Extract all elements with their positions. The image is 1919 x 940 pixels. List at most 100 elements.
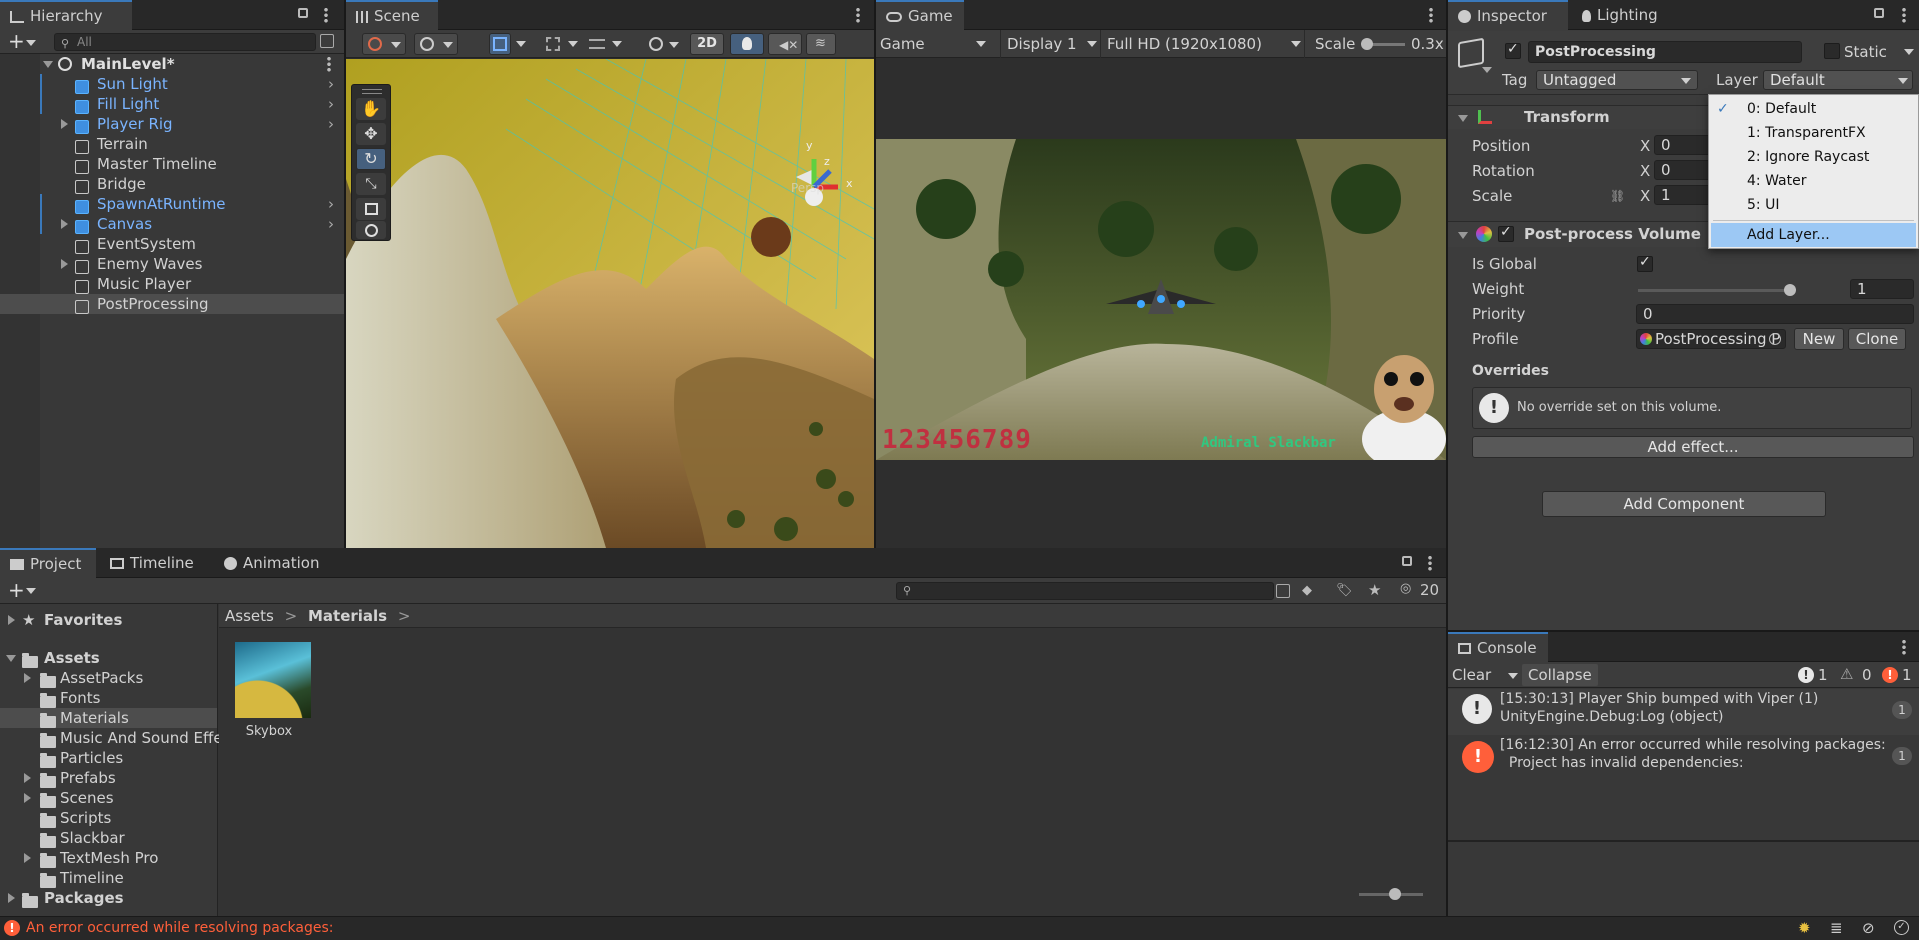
fold-closed-icon[interactable]	[8, 615, 15, 625]
hierarchy-item[interactable]: Music Player	[0, 274, 344, 294]
display-dropdown[interactable]: Display 1	[1000, 30, 1097, 58]
rotate-tool-button[interactable]: ↻	[356, 148, 386, 170]
tab-timeline[interactable]: Timeline	[100, 548, 210, 578]
warning-filter-icon[interactable]: ⚠	[1840, 665, 1853, 683]
create-plus-icon[interactable]: +	[8, 578, 25, 602]
draw-mode-button[interactable]	[362, 33, 406, 55]
fold-closed-icon[interactable]	[24, 773, 31, 783]
render-mode-button[interactable]	[644, 33, 684, 55]
hierarchy-item[interactable]: Terrain	[0, 134, 344, 154]
object-picker-icon[interactable]	[1769, 333, 1781, 345]
lock-icon[interactable]	[1402, 556, 1412, 566]
folder-item[interactable]: Fonts	[0, 688, 217, 708]
scale-slider-thumb[interactable]	[1361, 38, 1373, 50]
tab-game[interactable]: Game	[876, 0, 964, 30]
layer-menu-item[interactable]: 5: UI	[1709, 193, 1918, 217]
layer-menu-item[interactable]: 1: TransparentFX	[1709, 121, 1918, 145]
scene-row[interactable]: MainLevel*	[0, 54, 344, 74]
lock-icon[interactable]	[1874, 8, 1884, 18]
fold-closed-icon[interactable]	[24, 673, 31, 683]
add-effect-button[interactable]: Add effect...	[1472, 436, 1914, 458]
grid-visibility-dropdown-icon[interactable]	[612, 41, 622, 47]
palette-handle-icon[interactable]	[362, 89, 382, 94]
weight-slider-thumb[interactable]	[1784, 284, 1796, 296]
layers-icon[interactable]: ≣	[1830, 919, 1843, 937]
folder-item[interactable]: Scripts	[0, 808, 217, 828]
priority-field[interactable]: 0	[1636, 304, 1914, 324]
increment-snap-dropdown-icon[interactable]	[568, 41, 578, 47]
folder-item[interactable]: Slackbar	[0, 828, 217, 848]
create-dropdown-icon[interactable]	[26, 40, 36, 46]
folder-item[interactable]: Particles	[0, 748, 217, 768]
scene-audio-button[interactable]: ◀✕	[768, 33, 802, 55]
fold-open-icon[interactable]	[1458, 232, 1468, 239]
tab-inspector[interactable]: Inspector	[1448, 0, 1568, 30]
fold-closed-icon[interactable]	[8, 893, 15, 903]
assets-row[interactable]: Assets	[0, 648, 217, 668]
add-layer-menu-item[interactable]: Add Layer...	[1711, 223, 1916, 247]
create-dropdown-icon[interactable]	[26, 588, 36, 594]
fold-closed-icon[interactable]	[24, 853, 31, 863]
hierarchy-item[interactable]: Canvas ›	[0, 214, 344, 234]
console-detail-divider[interactable]	[1448, 840, 1919, 842]
layer-menu-item[interactable]: 2: Ignore Raycast	[1709, 145, 1918, 169]
folder-item[interactable]: AssetPacks	[0, 668, 217, 688]
check-circle-icon[interactable]: ✓	[1894, 920, 1909, 935]
hierarchy-item[interactable]: SpawnAtRuntime ›	[0, 194, 344, 214]
layer-menu-item[interactable]: ✓ 0: Default	[1709, 97, 1918, 121]
increment-snap-button[interactable]	[542, 33, 564, 55]
chevron-right-icon[interactable]: ›	[328, 114, 334, 134]
game-menu-icon[interactable]	[1429, 7, 1433, 23]
folder-item[interactable]: TextMesh Pro	[0, 848, 217, 868]
hand-tool-button[interactable]: ✋	[356, 98, 386, 120]
grid-snap-button[interactable]	[489, 33, 511, 55]
tab-scene[interactable]: Scene	[346, 0, 438, 30]
breadcrumb-assets[interactable]: Assets	[225, 607, 274, 625]
scene-menu-icon[interactable]	[856, 7, 860, 23]
shading-mode-button[interactable]	[414, 33, 458, 55]
scene-lighting-button[interactable]	[730, 33, 764, 55]
chevron-right-icon[interactable]: ›	[328, 214, 334, 234]
lock-icon[interactable]	[298, 8, 308, 18]
chevron-right-icon[interactable]: ›	[328, 194, 334, 214]
grid-visibility-button[interactable]	[586, 33, 608, 55]
persp-label[interactable]: Persp	[791, 181, 824, 195]
clear-button[interactable]: Clear	[1452, 662, 1491, 688]
folder-item[interactable]: Scenes	[0, 788, 217, 808]
favorites-row[interactable]: ★ Favorites	[0, 610, 217, 630]
hierarchy-item[interactable]: Enemy Waves	[0, 254, 344, 274]
console-entry[interactable]: ! [15:30:13] Player Ship bumped with Vip…	[1448, 689, 1919, 735]
scene-menu-icon[interactable]	[327, 56, 331, 72]
tab-animation[interactable]: Animation	[214, 548, 334, 578]
scene-viewport[interactable]: x y z Persp	[346, 59, 874, 548]
inspector-menu-icon[interactable]	[1902, 7, 1906, 23]
hierarchy-search-input[interactable]: ⚲ All	[54, 33, 316, 51]
collapse-button[interactable]: Collapse	[1522, 664, 1598, 686]
object-name-field[interactable]: PostProcessing	[1528, 41, 1802, 63]
game-viewport[interactable]: 123456789 Admiral Slackbar	[876, 139, 1446, 460]
icon-dropdown-icon[interactable]	[1482, 67, 1492, 73]
tab-console[interactable]: Console	[1448, 632, 1548, 662]
gameobject-large-icon[interactable]	[1458, 37, 1484, 69]
clear-dropdown-icon[interactable]	[1508, 673, 1518, 679]
mode-2d-button[interactable]: 2D	[690, 33, 724, 55]
fold-closed-icon[interactable]	[24, 793, 31, 803]
folder-item[interactable]: Music And Sound Effe	[0, 728, 223, 748]
project-menu-icon[interactable]	[1428, 555, 1432, 571]
resolution-dropdown[interactable]: Full HD (1920x1080)	[1100, 30, 1304, 58]
filter-by-type-icon[interactable]: ◆	[1302, 583, 1312, 598]
error-filter-toggle[interactable]: !	[1882, 667, 1898, 683]
progress-icon[interactable]: ⊘	[1862, 919, 1875, 937]
folder-item[interactable]: Prefabs	[0, 768, 217, 788]
add-component-button[interactable]: Add Component	[1542, 491, 1826, 517]
fold-open-icon[interactable]	[43, 61, 53, 68]
hierarchy-menu-icon[interactable]	[324, 7, 328, 23]
position-x-field[interactable]: 0	[1654, 135, 1714, 155]
tab-hierarchy[interactable]: Hierarchy	[0, 0, 132, 30]
thumbnail-size-slider-thumb[interactable]	[1389, 888, 1401, 900]
scale-x-field[interactable]: 1	[1654, 185, 1714, 205]
profile-clone-button[interactable]: Clone	[1848, 328, 1906, 350]
static-dropdown-icon[interactable]	[1904, 49, 1914, 55]
hierarchy-item[interactable]: Fill Light ›	[0, 94, 344, 114]
hierarchy-item[interactable]: Sun Light ›	[0, 74, 344, 94]
